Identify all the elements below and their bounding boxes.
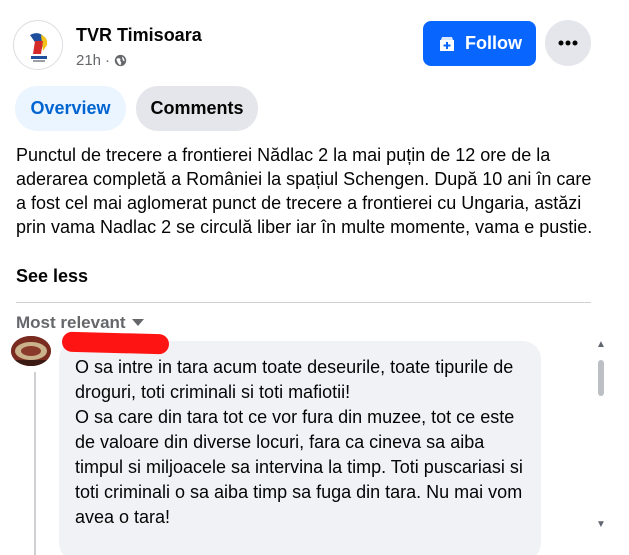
follow-button[interactable]: Follow bbox=[423, 21, 536, 66]
post-time[interactable]: 21h bbox=[76, 52, 101, 69]
more-options-button[interactable] bbox=[545, 20, 591, 66]
post-meta: 21h · bbox=[76, 52, 127, 69]
follow-label: Follow bbox=[465, 33, 522, 53]
comment-text: O sa intre in tara acum toate deseurile,… bbox=[75, 355, 530, 530]
post-text: Punctul de trecere a frontierei Nădlac 2… bbox=[16, 145, 593, 237]
globe-icon bbox=[114, 54, 127, 67]
caret-down-icon bbox=[131, 319, 144, 326]
comment-thread-line bbox=[34, 372, 36, 555]
follow-page-icon bbox=[440, 36, 454, 51]
see-less-link[interactable]: See less bbox=[16, 266, 88, 287]
more-icon bbox=[558, 40, 578, 46]
scrollbar-thumb[interactable] bbox=[598, 360, 604, 396]
meta-separator: · bbox=[105, 52, 111, 69]
scroll-up-arrow-icon[interactable]: ▲ bbox=[596, 340, 606, 350]
tab-overview[interactable]: Overview bbox=[15, 86, 126, 131]
commenter-photo-icon bbox=[11, 336, 51, 366]
section-divider bbox=[16, 302, 591, 303]
comment-text-line: O sa intre in tara acum toate deseurile,… bbox=[75, 357, 514, 402]
comment-sort-dropdown[interactable]: Most relevant bbox=[16, 313, 144, 333]
tab-comments[interactable]: Comments bbox=[136, 86, 258, 131]
redacted-commenter-name bbox=[61, 331, 170, 355]
sort-label: Most relevant bbox=[16, 313, 126, 332]
commenter-avatar[interactable] bbox=[11, 336, 51, 366]
scroll-down-arrow-icon[interactable]: ▼ bbox=[596, 520, 606, 530]
scrollbar[interactable]: ▲ ▼ bbox=[594, 336, 608, 533]
tvr-logo-icon bbox=[15, 22, 62, 69]
page-name[interactable]: TVR Timisoara bbox=[76, 25, 202, 46]
comment-text-line: O sa care din tara tot ce vor fura din m… bbox=[75, 407, 523, 527]
page-avatar[interactable] bbox=[13, 20, 63, 70]
